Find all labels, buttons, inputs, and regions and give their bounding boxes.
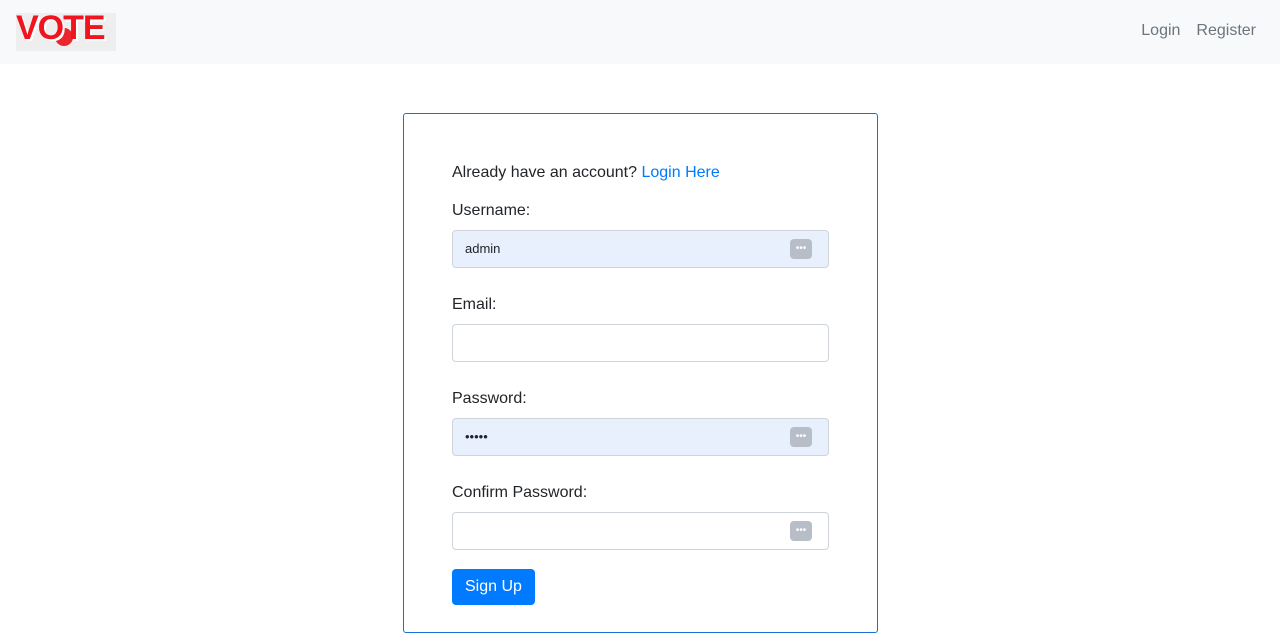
login-here-link[interactable]: Login Here <box>641 164 719 181</box>
sign-up-button[interactable]: Sign Up <box>452 569 535 605</box>
password-manager-icon[interactable]: ••• <box>790 427 812 447</box>
username-value: admin <box>465 241 501 256</box>
email-input[interactable] <box>452 324 829 362</box>
nav-register-link[interactable]: Register <box>1196 22 1256 40</box>
login-prompt: Already have an account? Login Here <box>452 164 829 182</box>
logo-text: VOTE <box>16 13 106 47</box>
password-label: Password: <box>452 390 527 407</box>
username-label: Username: <box>452 202 531 219</box>
username-input[interactable]: admin ••• <box>452 230 829 268</box>
email-label: Email: <box>452 296 497 313</box>
password-input[interactable]: ••••• ••• <box>452 418 829 456</box>
nav-login-link[interactable]: Login <box>1141 22 1180 40</box>
password-value: ••••• <box>465 429 488 444</box>
password-manager-icon[interactable]: ••• <box>790 239 812 259</box>
password-manager-icon[interactable]: ••• <box>790 521 812 541</box>
confirm-password-label: Confirm Password: <box>452 484 588 501</box>
signup-card: Already have an account? Login Here User… <box>403 113 878 633</box>
nav-links: Login Register <box>1141 22 1256 40</box>
navbar: VOTE Login Register <box>0 0 1280 64</box>
vote-logo[interactable]: VOTE <box>16 13 116 51</box>
prompt-text: Already have an account? <box>452 164 638 181</box>
confirm-password-input[interactable]: ••• <box>452 512 829 550</box>
